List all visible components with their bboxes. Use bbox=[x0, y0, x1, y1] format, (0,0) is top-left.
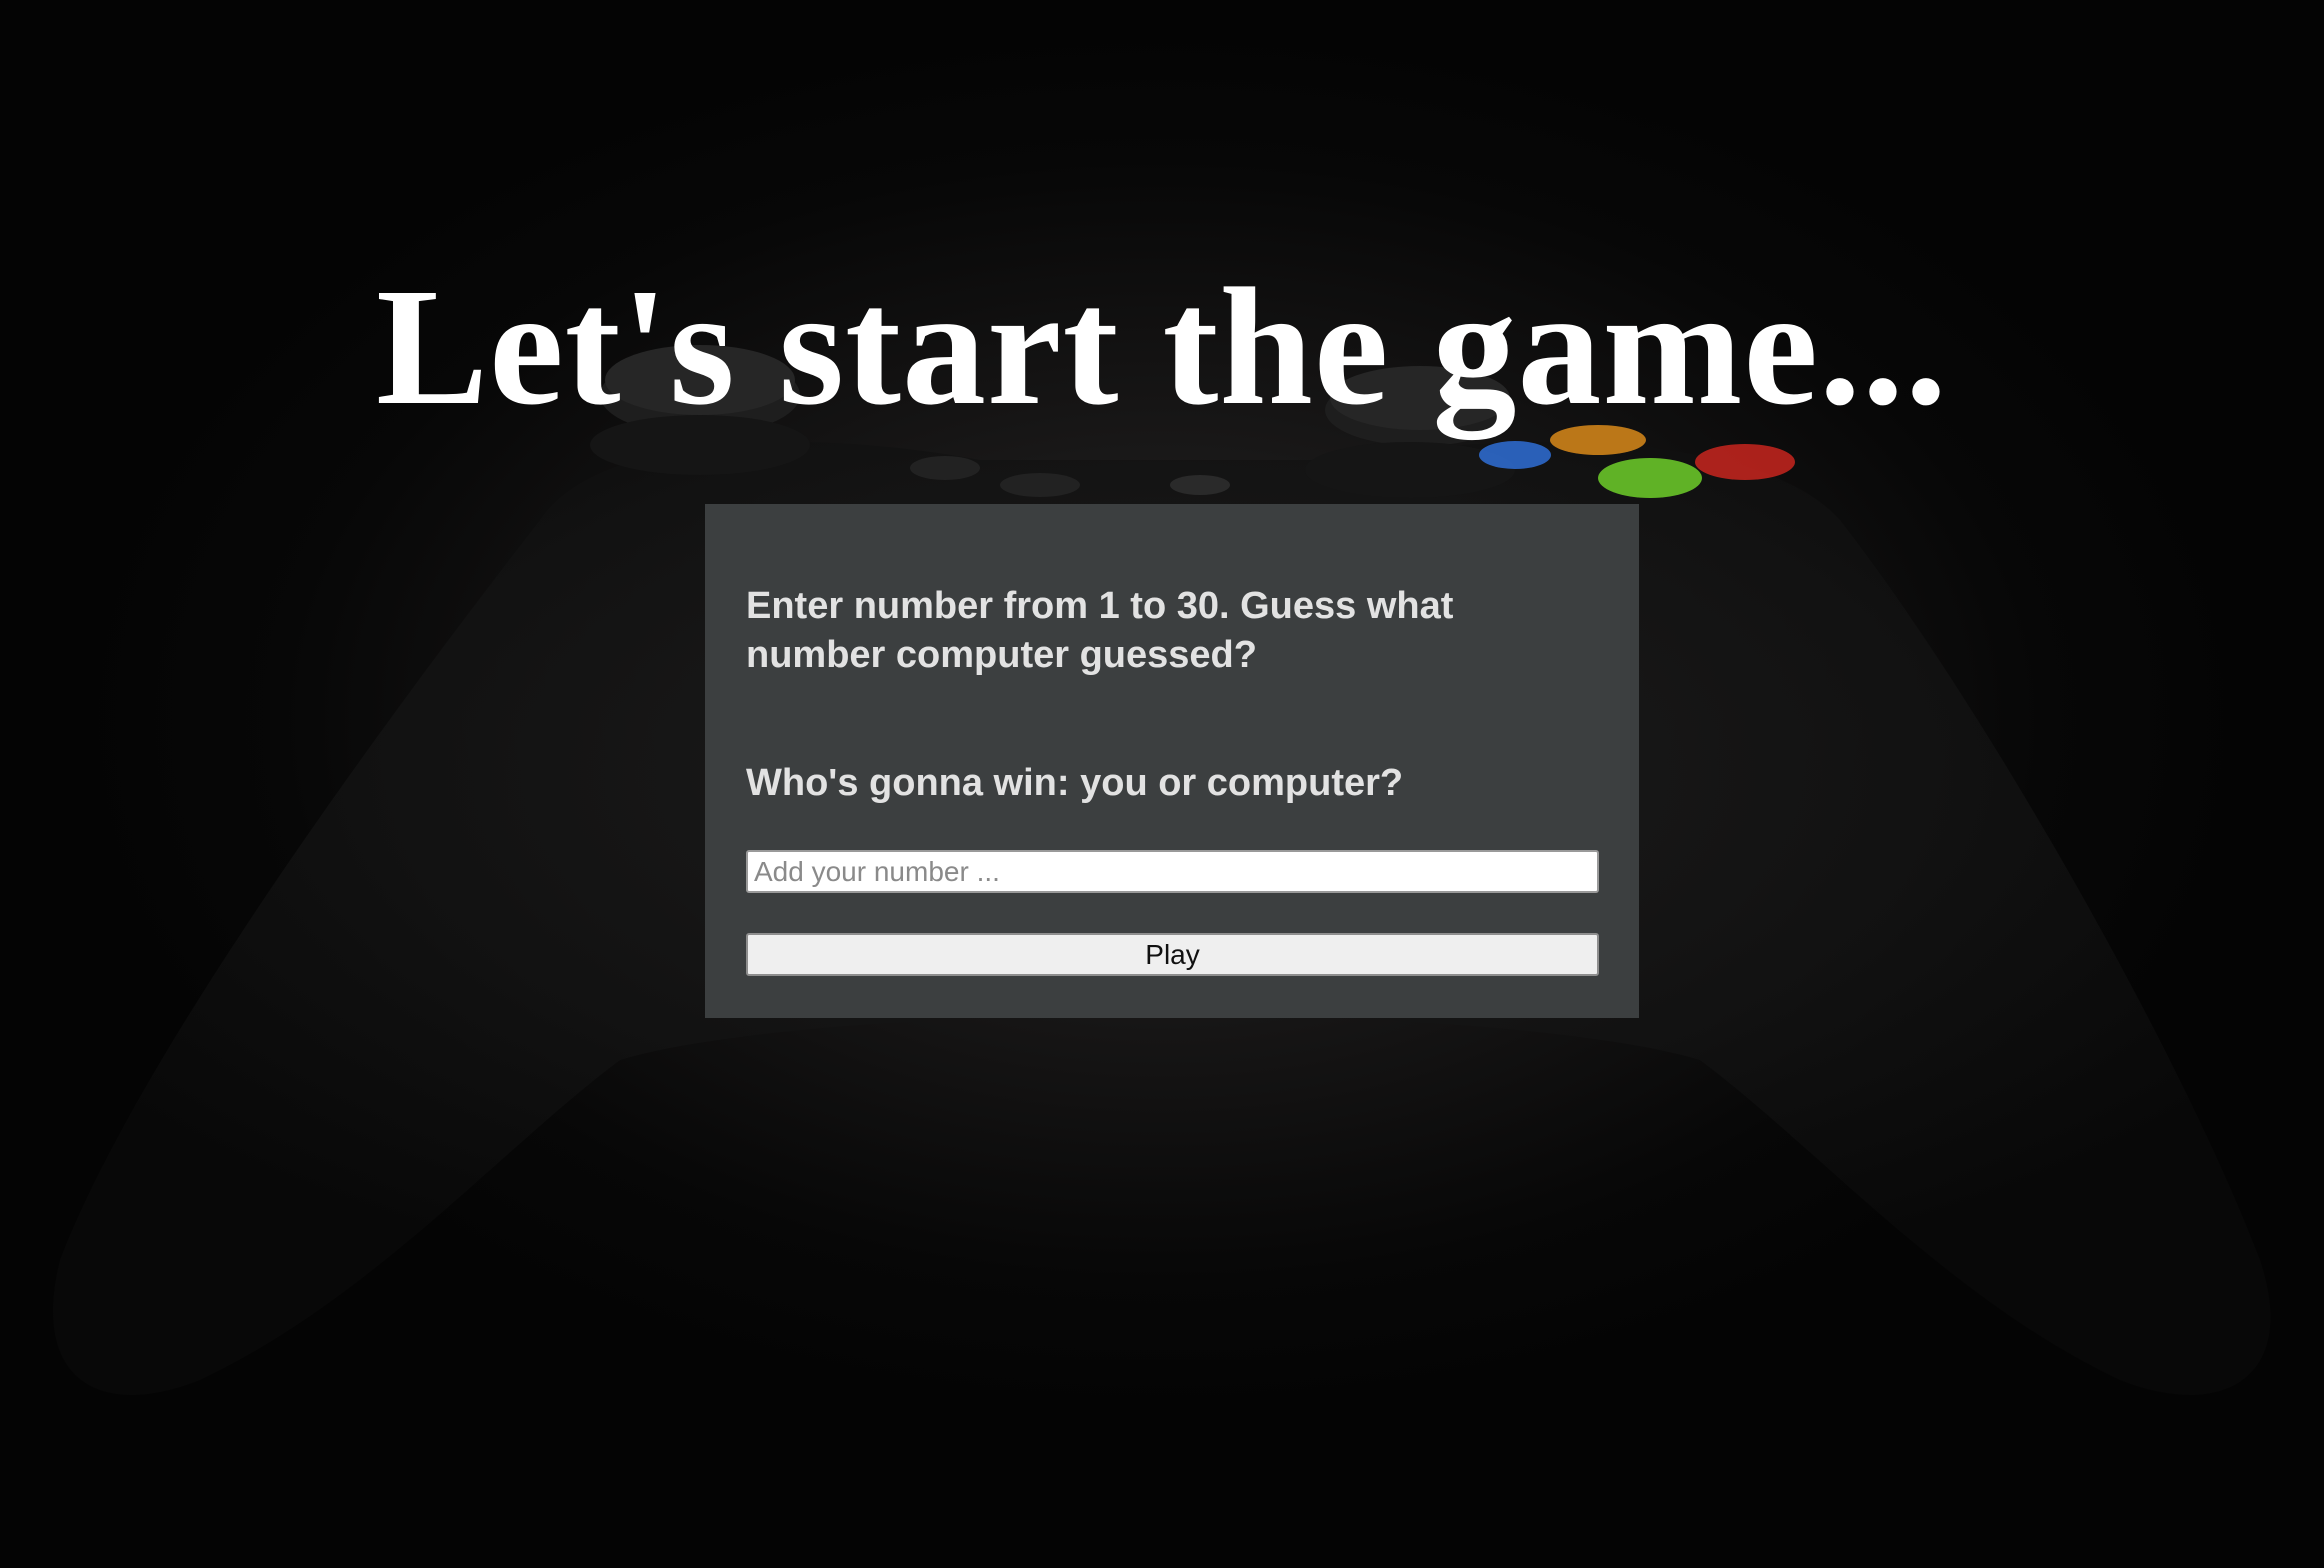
number-input[interactable] bbox=[746, 850, 1599, 893]
game-panel: Enter number from 1 to 30. Guess what nu… bbox=[705, 504, 1639, 1018]
question-text: Who's gonna win: you or computer? bbox=[746, 762, 1404, 804]
play-button[interactable]: Play bbox=[746, 933, 1599, 976]
instruction-text: Enter number from 1 to 30. Guess what nu… bbox=[746, 585, 1454, 676]
page-title: Let's start the game... bbox=[376, 253, 1948, 440]
